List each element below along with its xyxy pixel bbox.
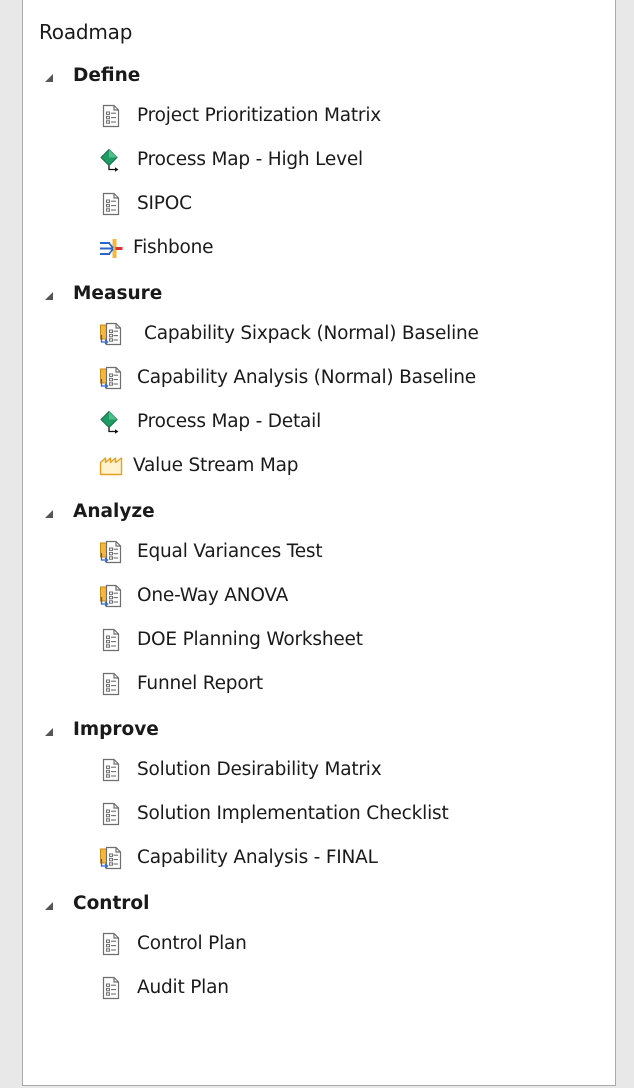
phase-label-analyze: Analyze: [73, 501, 155, 522]
phase-header-define[interactable]: Define: [23, 58, 615, 94]
phase-measure: Measure Capability Sixpack (Normal) Base…: [23, 276, 615, 488]
tool-item-solution-implementation-checklist[interactable]: Solution Implementation Checklist: [23, 792, 615, 836]
tool-item-sipoc[interactable]: SIPOC: [23, 182, 615, 226]
tool-item-label: Fishbone: [133, 237, 214, 258]
tool-item-label: Value Stream Map: [133, 455, 299, 476]
tool-item-label: One-Way ANOVA: [137, 585, 289, 606]
roadmap-title: Roadmap: [39, 20, 133, 44]
form-document-icon: [99, 672, 123, 696]
tool-item-label: Project Prioritization Matrix: [137, 105, 382, 126]
analysis-document-icon: [99, 846, 123, 870]
fishbone-icon: [99, 236, 123, 260]
tool-item-capability-analysis-normal-baseline[interactable]: Capability Analysis (Normal) Baseline: [23, 356, 615, 400]
tool-item-label: Solution Desirability Matrix: [137, 759, 382, 780]
tool-item-label: DOE Planning Worksheet: [137, 629, 363, 650]
collapse-triangle-icon[interactable]: [43, 72, 55, 84]
phase-label-measure: Measure: [73, 283, 163, 304]
analysis-document-icon: [99, 584, 123, 608]
process-map-icon: [99, 410, 123, 434]
process-map-icon: [99, 148, 123, 172]
phase-header-control[interactable]: Control: [23, 886, 615, 922]
tool-item-label: Solution Implementation Checklist: [137, 803, 449, 824]
tool-item-solution-desirability-matrix[interactable]: Solution Desirability Matrix: [23, 748, 615, 792]
tool-item-capability-sixpack-normal-baseline[interactable]: Capability Sixpack (Normal) Baseline: [23, 312, 615, 356]
tool-item-capability-analysis-final[interactable]: Capability Analysis - FINAL: [23, 836, 615, 880]
phase-label-control: Control: [73, 893, 150, 914]
form-document-icon: [99, 104, 123, 128]
tool-item-label: Equal Variances Test: [137, 541, 323, 562]
tool-item-label: Capability Analysis (Normal) Baseline: [137, 367, 476, 388]
tool-item-equal-variances-test[interactable]: Equal Variances Test: [23, 530, 615, 574]
tool-item-doe-planning-worksheet[interactable]: DOE Planning Worksheet: [23, 618, 615, 662]
collapse-triangle-icon[interactable]: [43, 900, 55, 912]
phase-improve: Improve Solution Desirability Matrix Sol…: [23, 712, 615, 880]
collapse-triangle-icon[interactable]: [43, 508, 55, 520]
collapse-triangle-icon[interactable]: [43, 290, 55, 302]
phase-header-measure[interactable]: Measure: [23, 276, 615, 312]
roadmap-panel: Roadmap Define Project Prioritization Ma…: [22, 0, 616, 1086]
tool-item-funnel-report[interactable]: Funnel Report: [23, 662, 615, 706]
analysis-document-icon: [99, 366, 123, 390]
analysis-document-icon: [99, 322, 123, 346]
phase-analyze: Analyze Equal Variances Test One-Way ANO…: [23, 494, 615, 706]
form-document-icon: [99, 802, 123, 826]
tool-item-one-way-anova[interactable]: One-Way ANOVA: [23, 574, 615, 618]
tool-item-label: Process Map - High Level: [137, 149, 363, 170]
tool-item-label: Capability Analysis - FINAL: [137, 847, 378, 868]
tool-item-process-map-high-level[interactable]: Process Map - High Level: [23, 138, 615, 182]
tool-item-fishbone[interactable]: Fishbone: [23, 226, 615, 270]
tool-item-value-stream-map[interactable]: Value Stream Map: [23, 444, 615, 488]
tool-item-audit-plan[interactable]: Audit Plan: [23, 966, 615, 1010]
form-document-icon: [99, 976, 123, 1000]
form-document-icon: [99, 628, 123, 652]
phase-control: Control Control Plan Audit Plan: [23, 886, 615, 1010]
form-document-icon: [99, 932, 123, 956]
tool-item-control-plan[interactable]: Control Plan: [23, 922, 615, 966]
collapse-triangle-icon[interactable]: [43, 726, 55, 738]
phase-label-improve: Improve: [73, 719, 159, 740]
analysis-document-icon: [99, 540, 123, 564]
phase-header-improve[interactable]: Improve: [23, 712, 615, 748]
tool-item-label: SIPOC: [137, 193, 192, 214]
tool-item-project-prioritization-matrix[interactable]: Project Prioritization Matrix: [23, 94, 615, 138]
phase-header-analyze[interactable]: Analyze: [23, 494, 615, 530]
phase-label-define: Define: [73, 65, 141, 86]
form-document-icon: [99, 758, 123, 782]
tool-item-label: Audit Plan: [137, 977, 229, 998]
value-stream-map-icon: [99, 454, 123, 478]
tool-item-process-map-detail[interactable]: Process Map - Detail: [23, 400, 615, 444]
tool-item-label: Capability Sixpack (Normal) Baseline: [144, 323, 479, 344]
tool-item-label: Funnel Report: [137, 673, 263, 694]
tool-item-label: Control Plan: [137, 933, 247, 954]
form-document-icon: [99, 192, 123, 216]
phase-define: Define Project Prioritization Matrix Pro…: [23, 58, 615, 270]
tool-item-label: Process Map - Detail: [137, 411, 322, 432]
